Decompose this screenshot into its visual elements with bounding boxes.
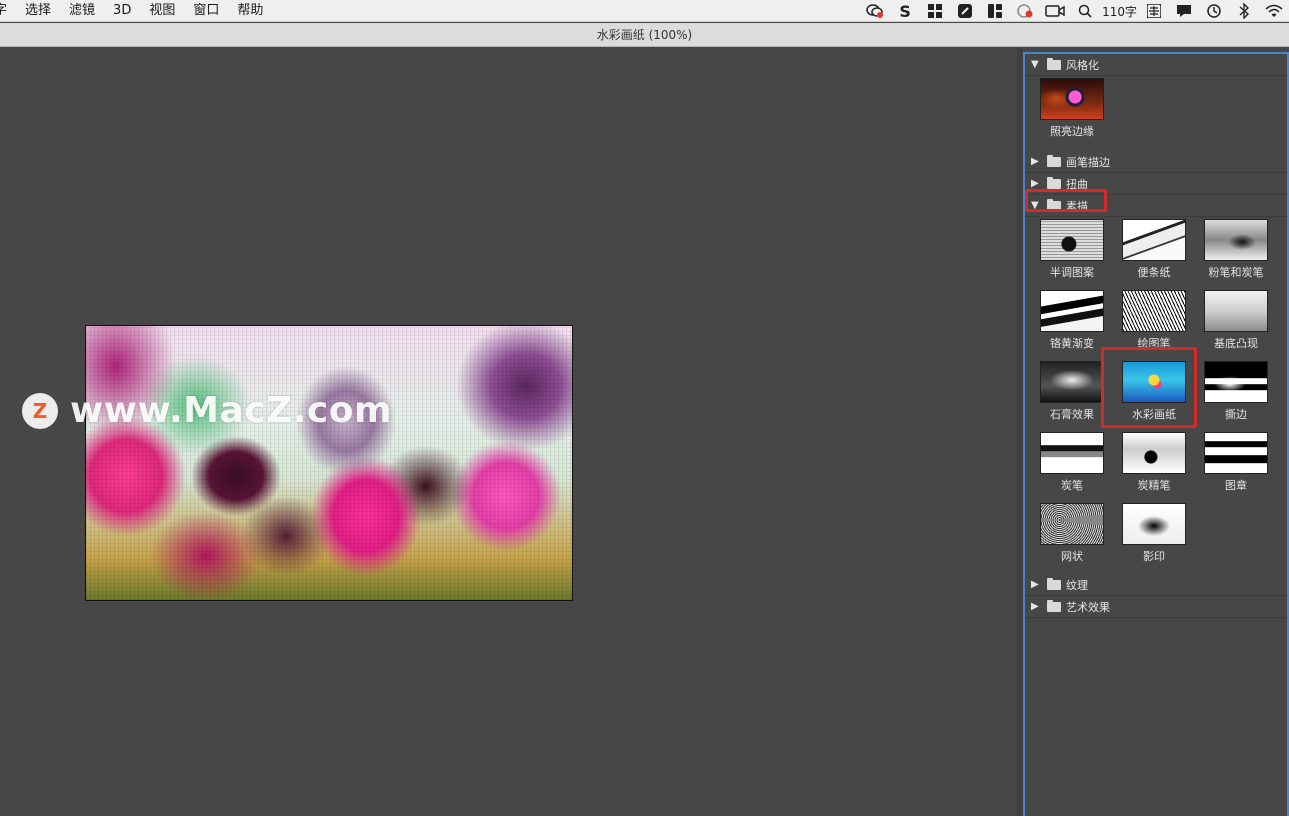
filter-item[interactable]: 便条纸 (1119, 219, 1189, 288)
layout-icon[interactable] (980, 0, 1010, 22)
menu-item-3d[interactable]: 3D (104, 0, 140, 22)
filter-thumbnail[interactable] (1040, 432, 1104, 474)
filter-thumbnail[interactable] (1122, 290, 1186, 332)
menu-item-filter[interactable]: 滤镜 (60, 0, 104, 22)
time-machine-icon[interactable] (1199, 0, 1229, 22)
filter-label: 照亮边缘 (1050, 125, 1094, 138)
filter-item[interactable]: 网状 (1037, 503, 1107, 572)
filter-item[interactable]: 炭精笔 (1119, 432, 1189, 501)
filter-label: 便条纸 (1137, 266, 1171, 279)
filter-thumbnail[interactable] (1040, 219, 1104, 261)
collapse-triangle-icon[interactable]: ▶ (1031, 579, 1043, 590)
watermark-text: www.MacZ.com (70, 390, 392, 431)
filter-label: 炭笔 (1061, 479, 1083, 492)
group-texture[interactable]: ▶ 纹理 (1025, 574, 1287, 596)
camera-icon[interactable] (1040, 0, 1070, 22)
filter-thumbnail[interactable] (1040, 78, 1104, 120)
filter-thumbnail[interactable] (1122, 503, 1186, 545)
filter-label: 炭精笔 (1137, 479, 1171, 492)
filter-thumbnail[interactable] (1122, 219, 1186, 261)
filter-thumbnail[interactable] (1204, 219, 1268, 261)
notification-icon[interactable] (1169, 0, 1199, 22)
filter-thumbnail[interactable] (1204, 361, 1268, 403)
group-label: 艺术效果 (1066, 600, 1110, 614)
collapse-triangle-icon[interactable]: ▶ (1031, 156, 1043, 167)
filter-label: 网状 (1061, 550, 1083, 563)
filter-label: 半调图案 (1050, 266, 1094, 279)
filter-item[interactable]: 半调图案 (1037, 219, 1107, 288)
filter-item[interactable]: 撕边 (1201, 361, 1271, 430)
filter-item[interactable]: 基底凸现 (1201, 290, 1271, 359)
filter-item[interactable]: 炭笔 (1037, 432, 1107, 501)
filter-item[interactable]: 粉笔和炭笔 (1201, 219, 1271, 288)
folder-icon (1047, 57, 1061, 70)
group-artistic[interactable]: ▶ 艺术效果 (1025, 596, 1287, 618)
watermark-logo: Z (22, 392, 58, 429)
s-icon[interactable]: S (890, 0, 920, 22)
menu-item-select[interactable]: 选择 (16, 0, 60, 22)
window-title: 水彩画纸 (100%) (0, 23, 1289, 47)
filter-thumbnail[interactable] (1204, 432, 1268, 474)
filter-item[interactable]: 铬黄渐变 (1037, 290, 1107, 359)
bluetooth-icon[interactable] (1229, 0, 1259, 22)
record-icon[interactable] (1010, 0, 1040, 22)
preview-image[interactable] (85, 325, 573, 601)
expand-triangle-icon[interactable]: ▼ (1031, 59, 1043, 70)
group-label: 纹理 (1066, 578, 1088, 592)
group-brush-strokes[interactable]: ▶ 画笔描边 (1025, 151, 1287, 173)
group-stylize[interactable]: ▼ 风格化 (1025, 54, 1287, 76)
input-method-icon[interactable] (1139, 0, 1169, 22)
group-label: 风格化 (1066, 58, 1099, 72)
search-icon[interactable] (1070, 0, 1100, 22)
filter-thumbnail[interactable] (1122, 432, 1186, 474)
filter-thumbnail[interactable] (1040, 290, 1104, 332)
filter-label: 石膏效果 (1050, 408, 1094, 421)
wifi-icon[interactable] (1259, 0, 1289, 22)
menu-item-help[interactable]: 帮助 (228, 0, 272, 22)
bear-icon[interactable] (950, 0, 980, 22)
filter-thumbnail[interactable] (1040, 361, 1104, 403)
filter-label: 基底凸现 (1214, 337, 1258, 350)
word-count[interactable]: 110字 (1100, 3, 1139, 20)
filter-label: 影印 (1143, 550, 1165, 563)
filter-label: 粉笔和炭笔 (1208, 266, 1264, 279)
filter-item[interactable]: 石膏效果 (1037, 361, 1107, 430)
filter-item[interactable]: 图章 (1201, 432, 1271, 501)
menu-bar: 字 选择 滤镜 3D 视图 窗口 帮助 S 110字 (0, 0, 1289, 22)
filter-thumbnail[interactable] (1204, 290, 1268, 332)
folder-icon (1047, 176, 1061, 189)
group-label: 画笔描边 (1066, 155, 1110, 169)
grid-icon[interactable] (920, 0, 950, 22)
highlight-selected-filter (1101, 347, 1197, 428)
filter-thumbnail[interactable] (1040, 503, 1104, 545)
folder-icon (1047, 154, 1061, 167)
highlight-sketch-group (1025, 189, 1107, 212)
filter-label: 图章 (1225, 479, 1247, 492)
filter-label: 撕边 (1225, 408, 1247, 421)
menu-item-window[interactable]: 窗口 (184, 0, 228, 22)
filter-item[interactable]: 照亮边缘 (1037, 78, 1107, 147)
collapse-triangle-icon[interactable]: ▶ (1031, 601, 1043, 612)
menu-item-font[interactable]: 字 (0, 0, 16, 22)
watermark: Z www.MacZ.com (22, 390, 392, 431)
filter-gallery-panel: ▼ 风格化 照亮边缘 ▶ 画笔描边 ▶ 扭曲 ▼ 素描 半调图案 便条纸 粉笔和… (1023, 52, 1289, 816)
collapse-triangle-icon[interactable]: ▶ (1031, 178, 1043, 189)
menu-item-view[interactable]: 视图 (140, 0, 184, 22)
folder-icon (1047, 599, 1061, 612)
filter-label: 铬黄渐变 (1050, 337, 1094, 350)
filter-item[interactable]: 影印 (1119, 503, 1189, 572)
folder-icon (1047, 577, 1061, 590)
wechat-icon[interactable] (860, 0, 890, 22)
